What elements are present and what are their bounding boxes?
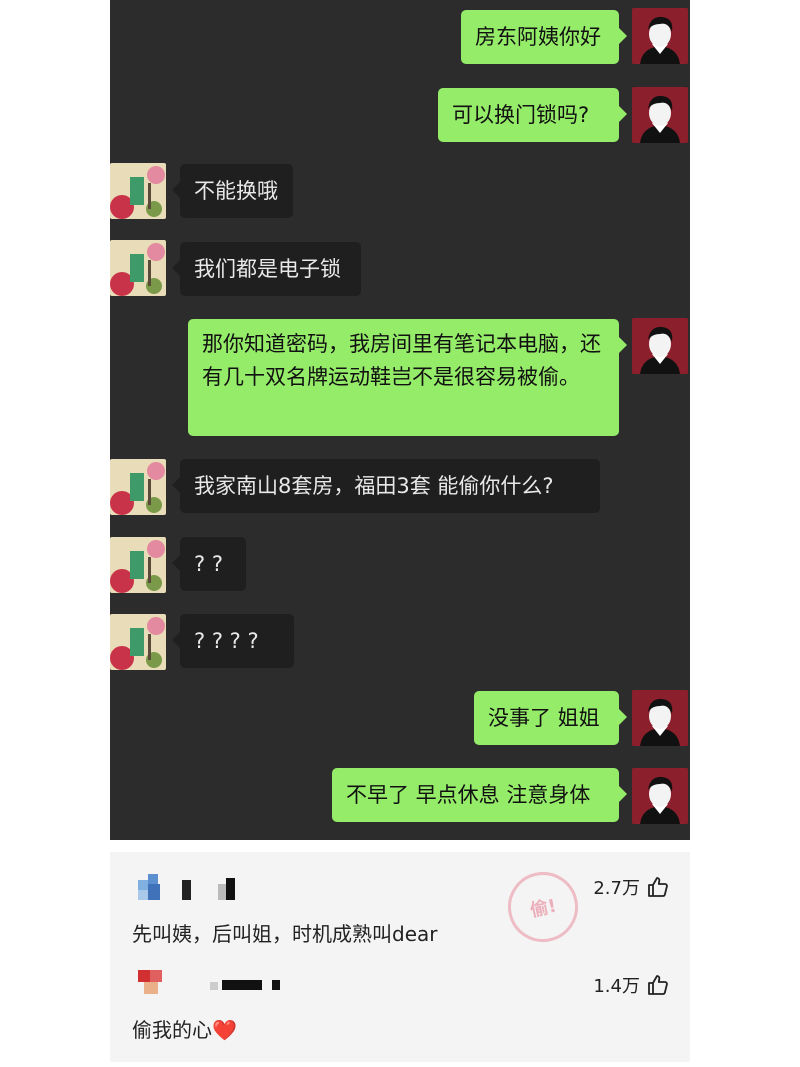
received-message[interactable]: 我家南山8套房，福田3套 能偷你什么? [172,459,600,513]
sent-message[interactable]: 不早了 早点休息 注意身体 [332,768,627,822]
received-message[interactable]: ? ? ? ? [172,614,294,668]
like-count: 2.7万 [593,878,640,899]
my-avatar[interactable] [632,768,688,824]
received-message[interactable]: 我们都是电子锁 [172,242,361,296]
watermark-stamp: 偷! [501,865,585,949]
my-avatar[interactable] [632,690,688,746]
thumb-up-icon [648,975,668,995]
my-avatar[interactable] [632,87,688,143]
thumb-up-icon [648,877,668,897]
my-avatar[interactable] [632,8,688,64]
sent-message[interactable]: 那你知道密码，我房间里有笔记本电脑，还有几十双名牌运动鞋岂不是很容易被偷。 [188,319,627,436]
comment-like-button[interactable]: 1.4万 [593,972,670,998]
heart-emoji: ❤️ [212,1018,237,1042]
comment-text: 偷我的心❤️ [132,1014,237,1043]
comment-like-button[interactable]: 2.7万 [593,874,670,900]
comment-text-content: 偷我的心 [132,1018,212,1042]
comment-username-pixelated [138,874,248,900]
my-avatar[interactable] [632,318,688,374]
landlord-avatar[interactable] [110,537,166,593]
sent-message[interactable]: 没事了 姐姐 [474,691,627,745]
landlord-avatar[interactable] [110,240,166,296]
landlord-avatar[interactable] [110,459,166,515]
landlord-avatar[interactable] [110,614,166,670]
received-message[interactable]: ? ? [172,537,246,591]
received-message[interactable]: 不能换哦 [172,164,293,218]
landlord-avatar[interactable] [110,163,166,219]
sent-message[interactable]: 可以换门锁吗? [438,88,627,142]
like-count: 1.4万 [593,976,640,997]
sent-message[interactable]: 房东阿姨你好 [461,10,627,64]
comment-username-pixelated [138,970,288,996]
comment-text: 先叫姨，后叫姐，时机成熟叫dear [132,922,438,946]
comment-section: 2.7万 偷! 先叫姨，后叫姐，时机成熟叫dear 1.4万 偷我的心❤️ [110,852,690,1062]
